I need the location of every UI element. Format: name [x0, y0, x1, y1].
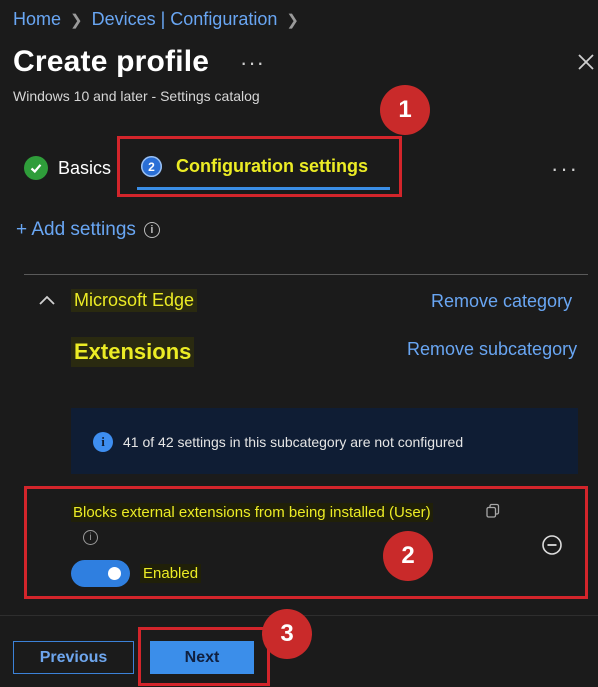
annotation-badge-1: 1: [380, 85, 430, 135]
breadcrumb-home[interactable]: Home: [13, 9, 61, 30]
chevron-right-icon: ❯: [286, 11, 299, 29]
remove-setting-icon[interactable]: [541, 534, 563, 556]
breadcrumb: Home ❯ Devices | Configuration ❯: [13, 9, 299, 30]
tab-configuration-settings[interactable]: 2 Configuration settings: [141, 156, 368, 177]
subcategory-name: Extensions: [71, 337, 195, 367]
more-options-icon[interactable]: ···: [240, 50, 265, 76]
setting-name: Blocks external extensions from being in…: [71, 503, 433, 522]
info-icon[interactable]: i: [143, 222, 160, 238]
chevron-right-icon: ❯: [70, 11, 83, 29]
enabled-toggle[interactable]: [71, 560, 130, 587]
add-settings-link[interactable]: + Add settings i: [16, 219, 160, 241]
close-icon[interactable]: [576, 52, 596, 72]
tab-basics[interactable]: Basics: [24, 156, 111, 180]
tabs-more-icon[interactable]: ···: [551, 156, 579, 182]
breadcrumb-devices[interactable]: Devices | Configuration: [92, 9, 278, 30]
copy-icon[interactable]: [485, 503, 501, 519]
active-tab-indicator: [137, 187, 390, 190]
category-name: Microsoft Edge: [71, 289, 198, 312]
annotation-badge-2: 2: [383, 531, 433, 581]
remove-subcategory-link[interactable]: Remove subcategory: [407, 339, 577, 360]
page-title: Create profile: [13, 45, 210, 78]
tab-configuration-settings-label: Configuration settings: [176, 156, 368, 176]
info-icon: i: [93, 432, 113, 452]
info-banner-text: 41 of 42 settings in this subcategory ar…: [123, 434, 464, 450]
page-subtitle: Windows 10 and later - Settings catalog: [13, 88, 260, 104]
annotation-badge-3: 3: [262, 609, 312, 659]
tab-basics-label: Basics: [58, 157, 112, 178]
checkmark-icon: [24, 156, 48, 180]
previous-button[interactable]: Previous: [13, 641, 134, 674]
remove-category-link[interactable]: Remove category: [431, 291, 572, 312]
add-settings-label: + Add settings: [16, 219, 136, 240]
toggle-knob: [108, 567, 121, 580]
divider: [24, 274, 588, 275]
setting-info-icon[interactable]: i: [83, 530, 98, 545]
step-number-icon: 2: [141, 156, 162, 177]
toggle-label: Enabled: [140, 564, 202, 583]
next-button[interactable]: Next: [150, 641, 254, 674]
chevron-up-icon[interactable]: [38, 293, 56, 307]
